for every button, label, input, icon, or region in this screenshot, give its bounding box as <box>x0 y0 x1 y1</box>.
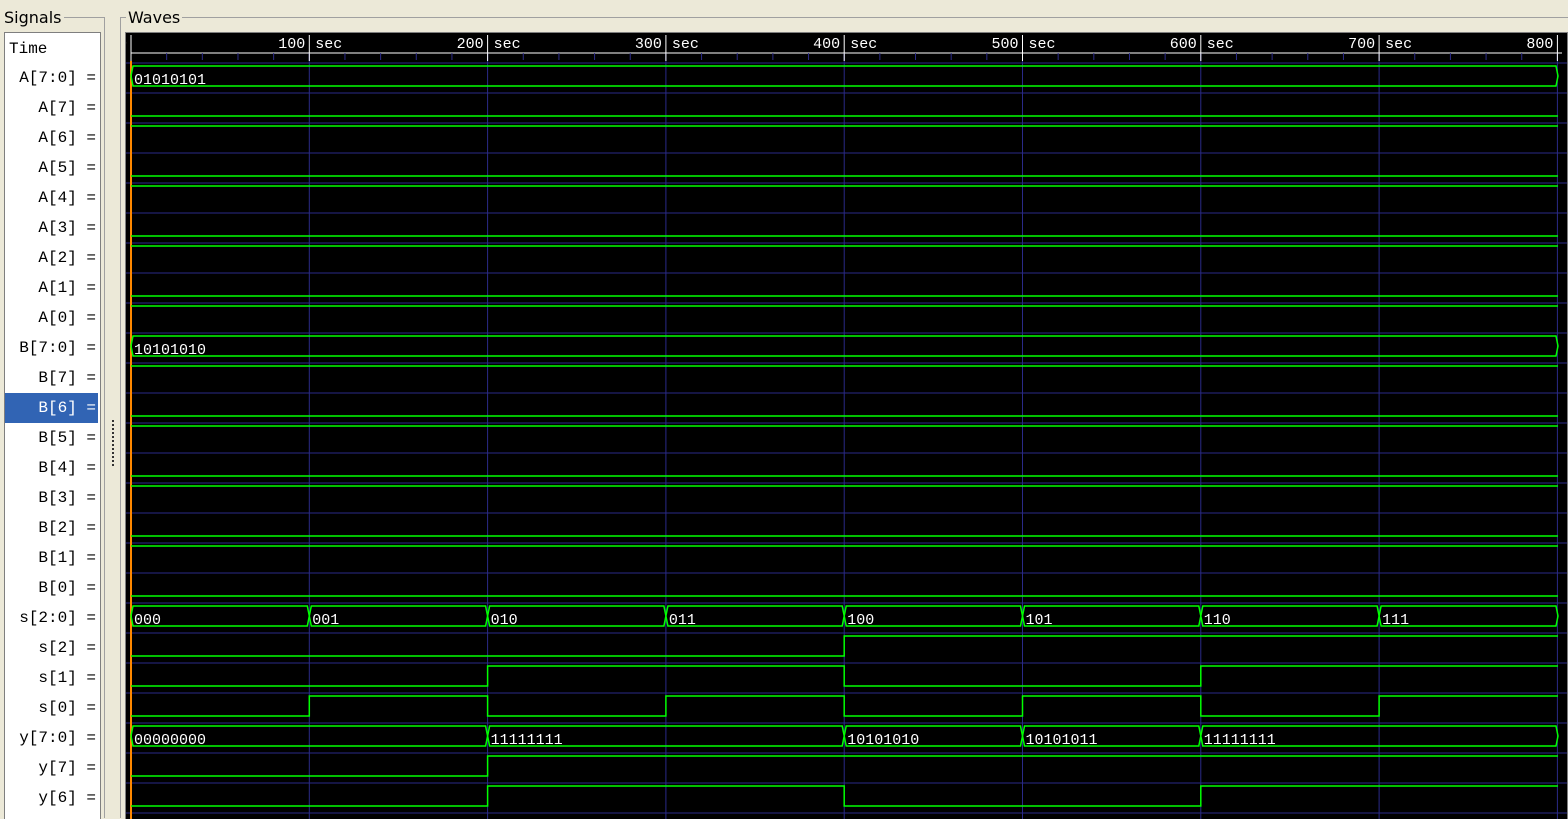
splitter-grip-dot <box>112 456 114 458</box>
bit-waveform <box>131 785 1558 807</box>
waves-panel-title: Waves <box>126 8 183 27</box>
bus-value-label: 10101010 <box>134 342 206 359</box>
signal-name-row[interactable]: A[7] = <box>5 93 98 123</box>
time-tick-label: 100 <box>278 36 305 53</box>
signal-name-row[interactable]: B[3] = <box>5 483 98 513</box>
bit-waveform <box>131 665 1558 687</box>
bit-waveform <box>131 635 1558 657</box>
bus-value-label: 01010101 <box>134 72 206 89</box>
time-unit-label: sec <box>315 36 342 53</box>
splitter-grip-dot <box>112 432 114 434</box>
bus-value-label: 010 <box>491 612 518 629</box>
signal-name-row[interactable]: A[0] = <box>5 303 98 333</box>
bus-value-label: 10101010 <box>847 732 919 749</box>
time-tick-label: 200 <box>457 36 484 53</box>
signal-name-row[interactable]: y[7:0] = <box>5 723 98 753</box>
signal-name-row[interactable]: B[6] = <box>5 393 98 423</box>
splitter-grip-dot <box>112 428 114 430</box>
bus-value-label: 000 <box>134 612 161 629</box>
time-tick-label: 0 <box>126 36 127 53</box>
bus-value-label: 101 <box>1026 612 1053 629</box>
bus-value-label: 00000000 <box>134 732 206 749</box>
signal-name-row[interactable]: A[6] = <box>5 123 98 153</box>
waveform-canvas[interactable]: 0100sec200sec300sec400sec500sec600sec700… <box>126 33 1567 819</box>
signal-name-row[interactable]: y[6] = <box>5 783 98 813</box>
panel-splitter-handle[interactable] <box>110 420 116 470</box>
signal-name-row[interactable]: B[0] = <box>5 573 98 603</box>
bus-value-label: 100 <box>847 612 874 629</box>
signal-name-row[interactable]: A[5] = <box>5 153 98 183</box>
signal-name-row[interactable]: B[2] = <box>5 513 98 543</box>
signal-name-row[interactable]: y[7] = <box>5 753 98 783</box>
signals-panel-title: Signals <box>2 8 64 27</box>
signal-name-row[interactable]: B[5] = <box>5 423 98 453</box>
signal-name-row[interactable]: B[1] = <box>5 543 98 573</box>
signal-name-row[interactable]: A[4] = <box>5 183 98 213</box>
time-unit-label: sec <box>1385 36 1412 53</box>
waveform-view[interactable]: 0100sec200sec300sec400sec500sec600sec700… <box>125 32 1568 819</box>
time-tick-label: 400 <box>813 36 840 53</box>
bus-value-label: 10101011 <box>1026 732 1098 749</box>
signal-list[interactable]: Time A[7:0] = A[7] = A[6] = A[5] = A[4] = A[3… <box>4 32 101 819</box>
time-unit-label: sec <box>1207 36 1234 53</box>
signal-name-row[interactable]: A[7:0] = <box>5 63 98 93</box>
time-tick-label: 600 <box>1170 36 1197 53</box>
bus-value-label: 011 <box>669 612 696 629</box>
signal-name-row[interactable]: B[7:0] = <box>5 333 98 363</box>
splitter-grip-dot <box>112 424 114 426</box>
splitter-grip-dot <box>112 452 114 454</box>
bus-value-label: 001 <box>312 612 339 629</box>
signal-name-row[interactable]: s[2:0] = <box>5 603 98 633</box>
bus-value-label: 110 <box>1204 612 1231 629</box>
signal-name-row[interactable]: A[1] = <box>5 273 98 303</box>
splitter-grip-dot <box>112 460 114 462</box>
time-header: Time <box>9 40 48 58</box>
signal-name-row[interactable]: B[4] = <box>5 453 98 483</box>
time-unit-label: sec <box>672 36 699 53</box>
bus-value-label: 11111111 <box>1204 732 1276 749</box>
bus-value-label: 111 <box>1382 612 1409 629</box>
time-tick-label: 800 <box>1526 36 1553 53</box>
signal-name-row[interactable]: B[7] = <box>5 363 98 393</box>
signal-name-row[interactable]: A[2] = <box>5 243 98 273</box>
time-unit-label: sec <box>1029 36 1056 53</box>
splitter-grip-dot <box>112 440 114 442</box>
bit-waveform <box>131 695 1558 717</box>
time-unit-label: sec <box>850 36 877 53</box>
signal-name-row[interactable]: s[1] = <box>5 663 98 693</box>
signal-name-row[interactable]: s[0] = <box>5 693 98 723</box>
time-tick-label: 300 <box>635 36 662 53</box>
bus-value-label: 11111111 <box>491 732 563 749</box>
time-unit-label: sec <box>494 36 521 53</box>
splitter-grip-dot <box>112 436 114 438</box>
time-tick-label: 700 <box>1348 36 1375 53</box>
signal-name-row[interactable]: A[3] = <box>5 213 98 243</box>
time-tick-label: 500 <box>991 36 1018 53</box>
splitter-grip-dot <box>112 444 114 446</box>
splitter-grip-dot <box>112 448 114 450</box>
signal-name-row[interactable]: s[2] = <box>5 633 98 663</box>
splitter-grip-dot <box>112 420 114 422</box>
splitter-grip-dot <box>112 464 114 466</box>
